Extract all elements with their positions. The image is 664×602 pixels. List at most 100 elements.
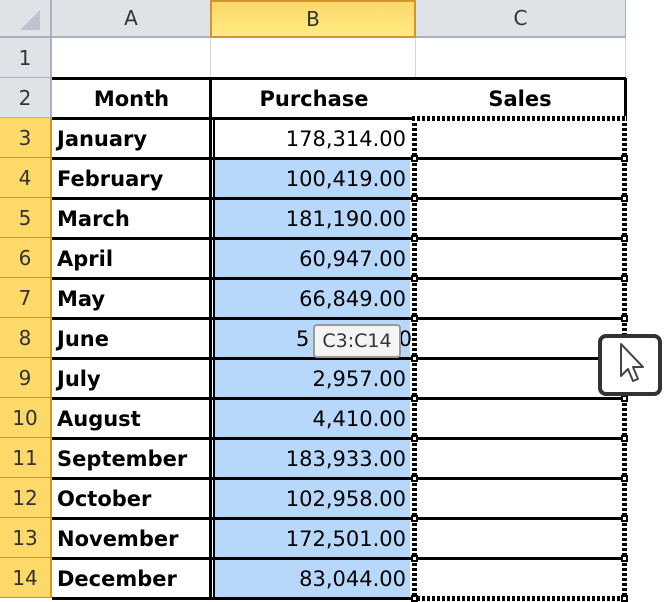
cell-c2-sales-header[interactable]: Sales	[416, 80, 624, 118]
row-header-14[interactable]: 14	[0, 558, 52, 598]
cell-purchase[interactable]: 102,958.00	[214, 480, 410, 518]
column-header-b[interactable]: B	[210, 0, 416, 38]
cell-border	[52, 157, 626, 160]
cell-border	[52, 437, 626, 440]
cell-month[interactable]: August	[52, 400, 210, 438]
range-tooltip: C3:C14	[313, 324, 401, 358]
row-header-8[interactable]: 8	[0, 318, 52, 358]
marquee-handle	[621, 515, 628, 522]
marquee-handle	[411, 275, 418, 282]
copy-marquee-border	[412, 116, 626, 121]
cell-sales[interactable]	[418, 480, 624, 518]
cell-purchase[interactable]: 2,957.00	[214, 360, 410, 398]
row-header-3[interactable]: 3	[0, 118, 52, 158]
cell-sales[interactable]	[418, 560, 624, 598]
cell-purchase[interactable]: 181,190.00	[214, 200, 410, 238]
mouse-pointer-icon	[620, 343, 644, 382]
select-all-button[interactable]	[0, 0, 52, 38]
cell-sales[interactable]	[418, 280, 624, 318]
marquee-handle	[621, 315, 628, 322]
marquee-handle	[411, 355, 418, 362]
column-header-a[interactable]: A	[52, 0, 211, 38]
cell-month[interactable]: October	[52, 480, 210, 518]
row-header-13[interactable]: 13	[0, 518, 52, 558]
cell-border	[52, 237, 626, 240]
marquee-handle	[411, 195, 418, 202]
cell-sales[interactable]	[418, 440, 624, 478]
marquee-handle	[411, 155, 418, 162]
cell-border	[52, 317, 626, 320]
cell-sales[interactable]	[418, 120, 624, 158]
gridline	[210, 38, 211, 78]
marquee-handle	[621, 555, 628, 562]
cell-border	[52, 77, 626, 80]
marquee-handle	[411, 515, 418, 522]
cell-purchase[interactable]: 178,314.00	[214, 120, 410, 158]
row-header-10[interactable]: 10	[0, 398, 52, 438]
cell-purchase[interactable]: 66,849.00	[214, 280, 410, 318]
cell-month[interactable]: January	[52, 120, 210, 158]
cell-purchase[interactable]: 4,410.00	[214, 400, 410, 438]
active-range-border	[213, 118, 215, 600]
gridline	[415, 38, 416, 78]
cell-sales[interactable]	[418, 240, 624, 278]
cell-purchase[interactable]: 60,947.00	[214, 240, 410, 278]
cell-month[interactable]: June	[52, 320, 210, 358]
marquee-handle	[621, 475, 628, 482]
cell-border	[52, 557, 626, 560]
cell-month[interactable]: February	[52, 160, 210, 198]
marquee-handle	[621, 195, 628, 202]
cell-border	[52, 517, 626, 520]
cell-border	[52, 477, 626, 480]
cell-sales[interactable]	[418, 360, 624, 398]
row-header-2[interactable]: 2	[0, 78, 52, 118]
cell-purchase[interactable]: 183,933.00	[214, 440, 410, 478]
cell-sales[interactable]	[418, 160, 624, 198]
cell-month[interactable]: March	[52, 200, 210, 238]
cursor-highlight-box	[598, 334, 662, 396]
row-header-5[interactable]: 5	[0, 198, 52, 238]
marquee-handle	[621, 155, 628, 162]
cell-month[interactable]: September	[52, 440, 210, 478]
cell-purchase[interactable]: 100,419.00	[214, 160, 410, 198]
cell-border	[52, 397, 626, 400]
cell-month[interactable]: July	[52, 360, 210, 398]
marquee-handle	[621, 435, 628, 442]
marquee-handle	[411, 235, 418, 242]
cell-b2-purchase-header[interactable]: Purchase	[212, 80, 416, 118]
cell-month[interactable]: April	[52, 240, 210, 278]
cell-purchase[interactable]: 83,044.00	[214, 560, 410, 598]
cell-purchase[interactable]: 172,501.00	[214, 520, 410, 558]
cell-sales[interactable]	[418, 200, 624, 238]
cell-border	[624, 78, 627, 118]
column-header-c[interactable]: C	[416, 0, 626, 38]
row-header-9[interactable]: 9	[0, 358, 52, 398]
cell-border	[52, 197, 626, 200]
row-header-6[interactable]: 6	[0, 238, 52, 278]
marquee-handle	[411, 555, 418, 562]
row-header-4[interactable]: 4	[0, 158, 52, 198]
row-header-12[interactable]: 12	[0, 478, 52, 518]
row-header-1[interactable]: 1	[0, 38, 52, 78]
marquee-handle	[411, 435, 418, 442]
marquee-handle	[411, 315, 418, 322]
copy-marquee-border	[412, 596, 626, 601]
cell-month[interactable]: May	[52, 280, 210, 318]
marquee-handle	[411, 475, 418, 482]
cell-month[interactable]: November	[52, 520, 210, 558]
cell-sales[interactable]	[418, 520, 624, 558]
cell-month[interactable]: December	[52, 560, 210, 598]
select-all-triangle-icon	[20, 10, 40, 30]
marquee-handle	[411, 395, 418, 402]
row-header-7[interactable]: 7	[0, 278, 52, 318]
marquee-handle	[621, 395, 628, 402]
marquee-handle	[621, 275, 628, 282]
cell-border	[52, 277, 626, 280]
cell-sales[interactable]	[418, 400, 624, 438]
cell-sales[interactable]	[418, 320, 624, 358]
cell-border	[209, 78, 212, 600]
marquee-handle	[411, 595, 418, 602]
gridline	[625, 38, 626, 78]
cell-a2-month-header[interactable]: Month	[52, 80, 211, 118]
row-header-11[interactable]: 11	[0, 438, 52, 478]
